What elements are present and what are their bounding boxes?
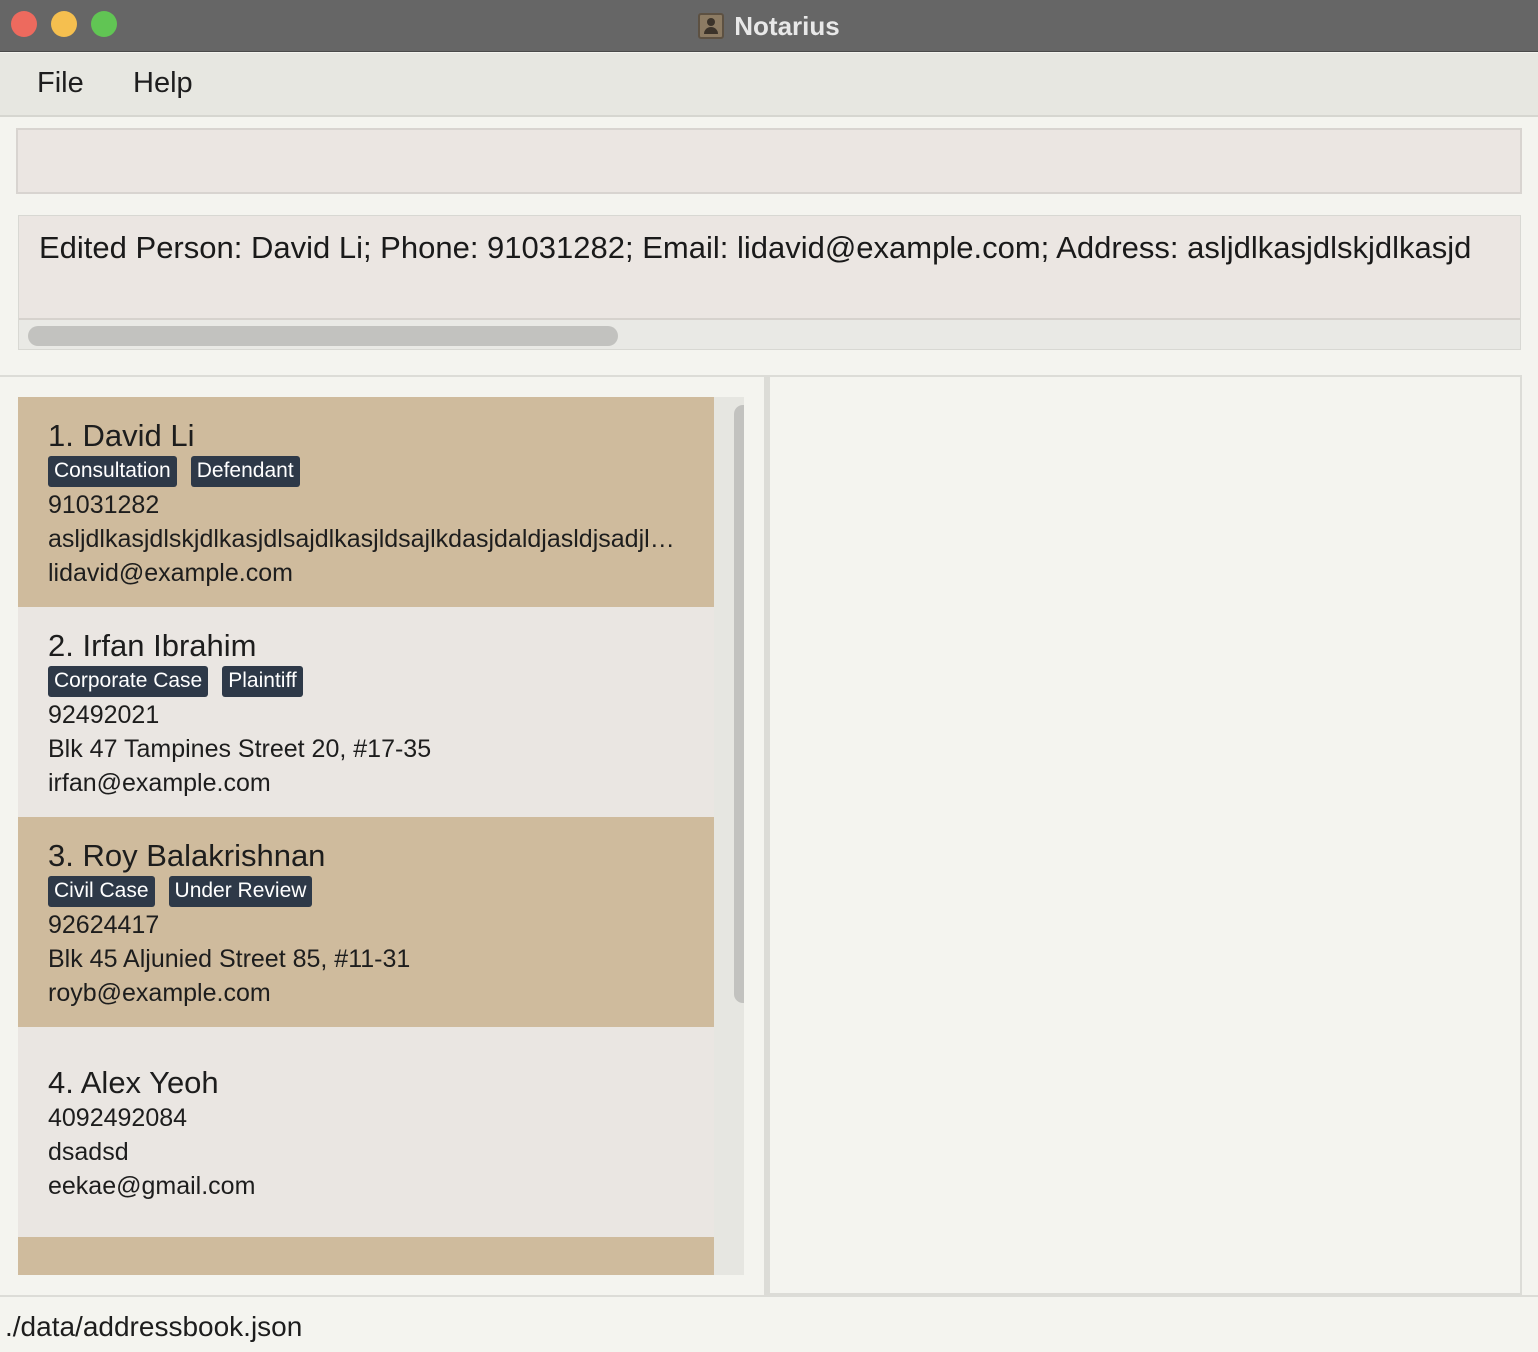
command-input[interactable]: [18, 130, 1520, 192]
result-message: Edited Person: David Li; Phone: 91031282…: [39, 230, 1472, 265]
window-title: Notarius: [734, 10, 840, 41]
command-box: [16, 128, 1522, 194]
person-phone: 4092492084: [48, 1104, 188, 1132]
person-tag: Civil Case: [48, 875, 155, 907]
result-text-area[interactable]: Edited Person: David Li; Phone: 91031282…: [19, 216, 1520, 320]
result-display: Edited Person: David Li; Phone: 91031282…: [18, 215, 1521, 350]
person-tags: Corporate Case Plaintiff: [48, 664, 684, 698]
person-name: 4. Alex Yeoh: [48, 1065, 219, 1100]
person-address: Blk 45 Aljunied Street 85, #11-31: [48, 945, 411, 973]
person-card[interactable]: 3. Roy Balakrishnan Civil Case Under Rev…: [18, 817, 714, 1027]
result-horizontal-scrollbar[interactable]: [28, 326, 618, 346]
person-card[interactable]: 2. Irfan Ibrahim Corporate Case Plaintif…: [18, 607, 714, 817]
person-card[interactable]: [18, 1237, 714, 1275]
person-name: 3. Roy Balakrishnan: [48, 838, 326, 873]
person-name: 1. David Li: [48, 418, 195, 453]
menu-bar: File Help: [0, 53, 1538, 117]
status-bar: ./data/addressbook.json: [0, 1295, 1538, 1352]
person-list[interactable]: 1. David Li Consultation Defendant 91031…: [18, 397, 744, 1275]
person-tags: Consultation Defendant: [48, 454, 684, 488]
person-email: eekae@gmail.com: [48, 1172, 256, 1200]
person-address: asljdlkasjdlskjdlkasjdlsajdlkasjldsajlkd…: [48, 525, 684, 553]
person-email: royb@example.com: [48, 979, 271, 1007]
person-list-panel: 1. David Li Consultation Defendant 91031…: [0, 375, 764, 1295]
person-phone: 92492021: [48, 701, 160, 729]
person-tag: Consultation: [48, 455, 177, 487]
person-email: irfan@example.com: [48, 769, 271, 797]
person-card[interactable]: 1. David Li Consultation Defendant 91031…: [18, 397, 714, 607]
person-address: dsadsd: [48, 1138, 129, 1166]
person-card[interactable]: 4. Alex Yeoh 4092492084 dsadsd eekae@gma…: [18, 1027, 714, 1237]
person-detail-panel: [768, 375, 1522, 1295]
person-tag: Under Review: [168, 875, 313, 907]
person-list-scrollbar[interactable]: [734, 405, 744, 1003]
person-phone: 92624417: [48, 911, 160, 939]
title-wrap: Notarius: [0, 0, 1538, 52]
person-address: Blk 47 Tampines Street 20, #17-35: [48, 735, 432, 763]
person-name: 2. Irfan Ibrahim: [48, 628, 257, 663]
person-tags: Civil Case Under Review: [48, 874, 684, 908]
address-book-icon: [698, 13, 725, 39]
menu-help[interactable]: Help: [133, 67, 193, 100]
menu-file[interactable]: File: [37, 67, 84, 100]
person-tag: Corporate Case: [48, 665, 209, 697]
person-email: lidavid@example.com: [48, 559, 293, 587]
person-phone: 91031282: [48, 491, 160, 519]
person-tag: Plaintiff: [222, 665, 303, 697]
person-tag: Defendant: [190, 455, 300, 487]
save-location: ./data/addressbook.json: [5, 1311, 303, 1342]
title-bar: Notarius: [0, 0, 1538, 52]
